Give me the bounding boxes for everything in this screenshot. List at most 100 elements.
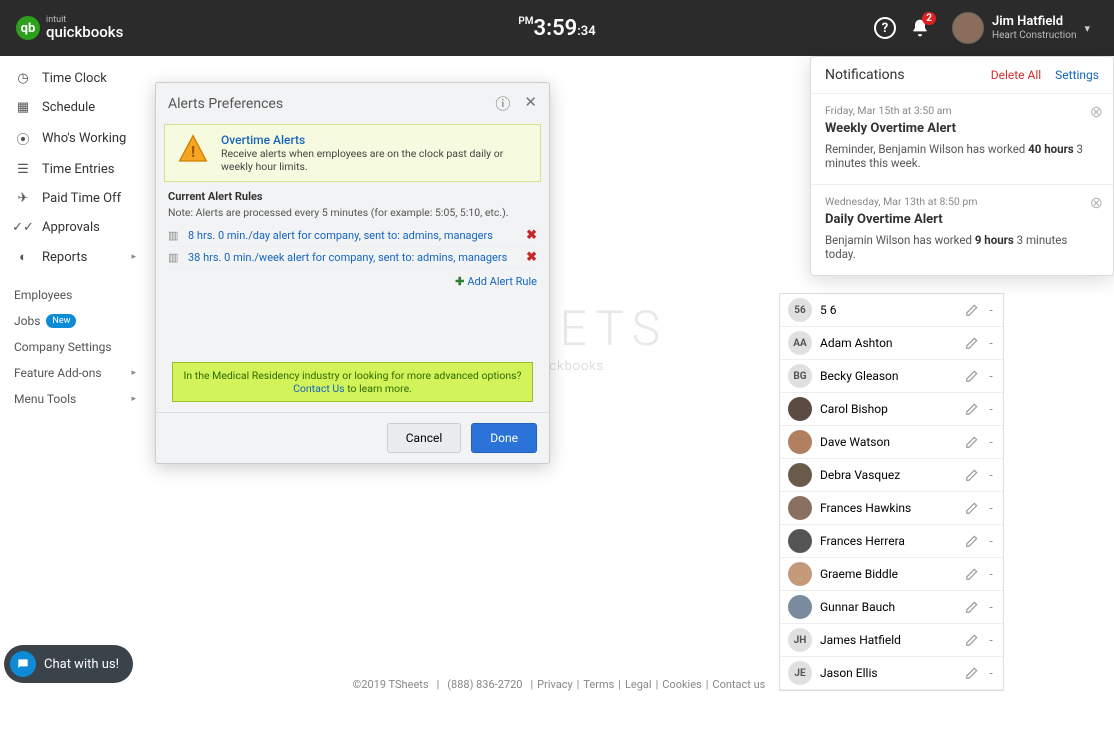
- employee-name[interactable]: Debra Vasquez: [820, 468, 957, 482]
- modal-close-icon[interactable]: ✕: [524, 93, 537, 114]
- employee-name[interactable]: Dave Watson: [820, 435, 957, 449]
- plus-icon: ✚: [455, 275, 464, 288]
- edit-employee-icon[interactable]: [965, 567, 979, 581]
- alert-rule-row: ▥ 38 hrs. 0 min./week alert for company, …: [168, 247, 537, 269]
- edit-employee-icon[interactable]: [965, 501, 979, 515]
- footer-link-terms[interactable]: Terms: [583, 678, 614, 691]
- notifications-panel: Notifications Delete All Settings ⊗Frida…: [810, 56, 1114, 276]
- chat-with-us-button[interactable]: Chat with us!: [4, 645, 133, 683]
- sidebar-item-approvals[interactable]: ✓✓Approvals: [0, 213, 150, 242]
- cancel-button[interactable]: Cancel: [387, 423, 462, 453]
- employee-name[interactable]: James Hatfield: [820, 633, 957, 647]
- employee-avatar-photo: [788, 496, 812, 520]
- qb-logo-icon: qb: [16, 16, 40, 40]
- sidebar-item-reports[interactable]: ◐Reports▸: [0, 242, 150, 272]
- edit-employee-icon[interactable]: [965, 402, 979, 416]
- employee-dash: -: [987, 534, 995, 548]
- add-alert-rule-link[interactable]: Add Alert Rule: [467, 275, 537, 288]
- employee-name[interactable]: Adam Ashton: [820, 336, 957, 350]
- edit-employee-icon[interactable]: [965, 633, 979, 647]
- footer-link-cookies[interactable]: Cookies: [662, 678, 701, 691]
- edit-employee-icon[interactable]: [965, 336, 979, 350]
- sidebar-group-jobs[interactable]: JobsNew: [0, 308, 150, 334]
- banner-title-link[interactable]: Overtime Alerts: [221, 133, 530, 147]
- employee-avatar-initials: AA: [788, 331, 812, 355]
- sidebar-group-employees[interactable]: Employees: [0, 282, 150, 308]
- employee-name[interactable]: Carol Bishop: [820, 402, 957, 416]
- employee-row: AA Adam Ashton -: [780, 327, 1003, 360]
- check-icon: ✓✓: [14, 220, 32, 235]
- sidebar-group-company-settings[interactable]: Company Settings: [0, 334, 150, 360]
- alert-rule-link[interactable]: 38 hrs. 0 min./week alert for company, s…: [188, 251, 526, 264]
- edit-employee-icon[interactable]: [965, 534, 979, 548]
- modal-help-icon[interactable]: ⓘ: [495, 93, 510, 114]
- edit-employee-icon[interactable]: [965, 435, 979, 449]
- employee-name[interactable]: Gunnar Bauch: [820, 600, 957, 614]
- warning-triangle-icon: !: [175, 133, 211, 165]
- employee-name[interactable]: Jason Ellis: [820, 666, 957, 680]
- edit-employee-icon[interactable]: [965, 468, 979, 482]
- employee-dash: -: [987, 369, 995, 383]
- contact-us-link[interactable]: Contact Us: [293, 382, 345, 395]
- employee-avatar-photo: [788, 397, 812, 421]
- medical-residency-callout: In the Medical Residency industry or loo…: [172, 362, 533, 402]
- employee-name[interactable]: 5 6: [820, 303, 957, 317]
- employee-dash: -: [987, 402, 995, 416]
- notification-body: Reminder, Benjamin Wilson has worked 40 …: [825, 142, 1099, 170]
- employee-name[interactable]: Graeme Biddle: [820, 567, 957, 581]
- employee-avatar-initials: 56: [788, 298, 812, 322]
- employee-avatar-initials: BG: [788, 364, 812, 388]
- sidebar-item-schedule[interactable]: ▦Schedule: [0, 93, 150, 122]
- notifications-bell-icon[interactable]: 2: [910, 18, 930, 38]
- user-company: Heart Construction: [992, 30, 1077, 42]
- edit-employee-icon[interactable]: [965, 303, 979, 317]
- delete-rule-icon[interactable]: ✖: [526, 250, 537, 265]
- employee-dash: -: [987, 666, 995, 680]
- rule-icon: ▥: [168, 229, 182, 242]
- notification-title: Weekly Overtime Alert: [825, 121, 1099, 136]
- employee-name[interactable]: Becky Gleason: [820, 369, 957, 383]
- employee-name[interactable]: Frances Herrera: [820, 534, 957, 548]
- user-menu[interactable]: Jim Hatfield Heart Construction ▾: [944, 8, 1098, 48]
- sidebar-item-time-entries[interactable]: ☰Time Entries: [0, 155, 150, 184]
- sidebar: ◷Time Clock▦Schedule⦿Who's Working☰Time …: [0, 56, 150, 420]
- employee-dash: -: [987, 501, 995, 515]
- sidebar-item-paid-time-off[interactable]: ✈Paid Time Off: [0, 184, 150, 213]
- sidebar-group-feature-add-ons[interactable]: Feature Add-ons▸: [0, 360, 150, 386]
- dismiss-notification-icon[interactable]: ⊗: [1090, 102, 1103, 121]
- clock-icon: ◷: [14, 71, 32, 86]
- delete-rule-icon[interactable]: ✖: [526, 228, 537, 243]
- chevron-right-icon: ▸: [131, 252, 136, 262]
- alert-rule-link[interactable]: 8 hrs. 0 min./day alert for company, sen…: [188, 229, 526, 242]
- sidebar-item-who-s-working[interactable]: ⦿Who's Working: [0, 122, 150, 155]
- dismiss-notification-icon[interactable]: ⊗: [1090, 193, 1103, 212]
- chevron-right-icon: ▸: [131, 394, 136, 404]
- footer-link-legal[interactable]: Legal: [625, 678, 652, 691]
- sidebar-group-menu-tools[interactable]: Menu Tools▸: [0, 386, 150, 412]
- edit-employee-icon[interactable]: [965, 666, 979, 680]
- help-icon[interactable]: ?: [874, 17, 896, 39]
- edit-employee-icon[interactable]: [965, 369, 979, 383]
- footer-link-privacy[interactable]: Privacy: [537, 678, 573, 691]
- employee-row: Gunnar Bauch-: [780, 591, 1003, 624]
- sidebar-item-time-clock[interactable]: ◷Time Clock: [0, 64, 150, 93]
- employee-row: Graeme Biddle-: [780, 558, 1003, 591]
- employee-row: Frances Hawkins -: [780, 492, 1003, 525]
- rule-icon: ▥: [168, 251, 182, 264]
- employee-dash: -: [987, 336, 995, 350]
- pin-icon: ⦿: [14, 129, 32, 148]
- header-clock: PM3:59:34: [518, 16, 595, 41]
- employee-dash: -: [987, 633, 995, 647]
- edit-employee-icon[interactable]: [965, 600, 979, 614]
- employee-dash: -: [987, 303, 995, 317]
- done-button[interactable]: Done: [471, 423, 537, 453]
- notification-title: Daily Overtime Alert: [825, 212, 1099, 227]
- employee-name[interactable]: Frances Hawkins: [820, 501, 957, 515]
- notification-settings-link[interactable]: Settings: [1055, 68, 1099, 82]
- delete-all-link[interactable]: Delete All: [991, 68, 1041, 82]
- chevron-down-icon: ▾: [1084, 22, 1090, 35]
- notification-date: Wednesday, Mar 13th at 8:50 pm: [825, 195, 1099, 208]
- employee-row: JEJason Ellis-: [780, 657, 1003, 690]
- footer: ©2019 TSheets|(888) 836-2720|Privacy|Ter…: [349, 678, 766, 691]
- footer-link-contact-us[interactable]: Contact us: [712, 678, 765, 691]
